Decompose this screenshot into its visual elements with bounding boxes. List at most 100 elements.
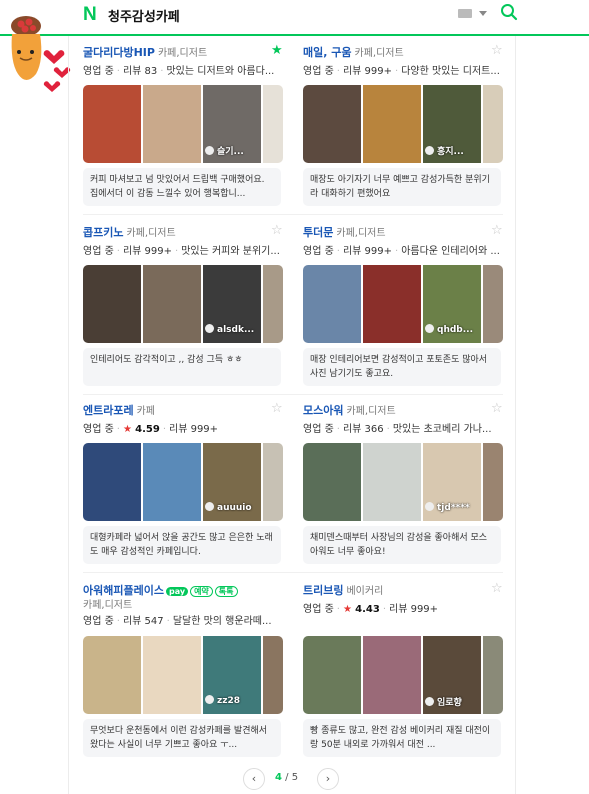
bookmark-star-icon[interactable]: ☆	[271, 402, 283, 415]
place-card[interactable]: 아워해피플레이스 pay 예약 톡톡 카페,디저트 영업 중 · 리뷰 547 · 달달한 맛…	[83, 578, 283, 762]
place-photo[interactable]	[143, 265, 201, 343]
photo-strip[interactable]	[83, 636, 283, 714]
review-snippet[interactable]: 매장 인테리어보면 감성적이고 포토존도 많아서 사진 남기기도 좋고요.	[303, 348, 501, 386]
place-card[interactable]: 매일, 구움 카페,디저트 ☆ 영업 중 · 리뷰 999+ · 다양한 맛있는 디저트.…	[303, 40, 503, 212]
place-photo[interactable]	[363, 636, 421, 714]
bookmark-star-icon[interactable]: ☆	[491, 44, 503, 57]
place-photo[interactable]	[83, 443, 141, 521]
photo-author: qhdb...	[425, 324, 473, 335]
bookmark-star-icon[interactable]: ☆	[271, 224, 283, 237]
photo-author: 슬기...	[205, 144, 244, 157]
caret-down-icon[interactable]	[479, 11, 487, 16]
keyboard-icon[interactable]	[458, 9, 472, 18]
place-photo[interactable]	[303, 443, 361, 521]
photo-strip[interactable]	[303, 636, 503, 714]
search-header: N 청주감성카페	[0, 0, 589, 36]
place-photo[interactable]	[263, 85, 283, 163]
place-photo[interactable]	[303, 85, 361, 163]
photo-strip[interactable]	[83, 85, 283, 163]
place-photo[interactable]	[483, 85, 503, 163]
place-info: 영업 중 · 리뷰 999+ · 아름다운 인테리어와 ...	[303, 246, 500, 257]
naver-pay-badge: pay	[165, 587, 189, 596]
review-snippet[interactable]: 매장도 아기자기 너무 예쁘고 감성가득한 분위기라 대화하기 편했어요	[303, 168, 501, 206]
photo-author: auuuio	[205, 502, 252, 513]
place-name[interactable]: 트리브링	[303, 584, 343, 597]
divider	[83, 394, 503, 395]
place-card[interactable]: 엔트라포레 카페 ☆ 영업 중 · ★ 4.59 · 리뷰 999+ auuuio 대형카…	[83, 398, 283, 570]
place-card[interactable]: 모스아워 카페,디저트 ☆ 영업 중 · 리뷰 366 · 맛있는 초코베리 가나... …	[303, 398, 503, 570]
bookmark-star-icon[interactable]: ★	[271, 44, 283, 57]
rating-star-icon: ★	[122, 424, 132, 435]
place-photo[interactable]	[483, 265, 503, 343]
pagination: ‹ 4 / 5 ›	[243, 768, 343, 790]
place-info: 영업 중 · 리뷰 999+ · 맛있는 커피와 분위기...	[83, 246, 280, 257]
place-photo[interactable]	[303, 265, 361, 343]
prev-page-button[interactable]: ‹	[243, 768, 265, 790]
naver-logo[interactable]: N	[83, 4, 97, 26]
place-info: 영업 중 · 리뷰 999+ · 다양한 맛있는 디저트...	[303, 66, 500, 77]
place-category: 카페	[136, 406, 156, 417]
place-photo[interactable]	[263, 636, 283, 714]
photo-strip[interactable]	[303, 265, 503, 343]
place-name[interactable]: 모스아워	[303, 404, 343, 417]
place-photo[interactable]	[363, 85, 421, 163]
photo-strip[interactable]	[303, 85, 503, 163]
place-photo[interactable]	[363, 443, 421, 521]
place-list: 굴다리다방HIP 카페,디저트 ★ 영업 중 · 리뷰 83 · 맛있는 디저트와 아름다…	[68, 36, 516, 794]
photo-author: 임로향	[425, 695, 462, 708]
photo-author: alsdk...	[205, 324, 254, 335]
rating-star-icon: ★	[342, 604, 352, 615]
place-name[interactable]: 엔트라포레	[83, 404, 134, 417]
place-photo[interactable]	[263, 443, 283, 521]
place-info: 영업 중 · 리뷰 83 · 맛있는 디저트와 아름다...	[83, 66, 275, 77]
divider	[83, 572, 503, 573]
bookmark-star-icon[interactable]: ☆	[491, 224, 503, 237]
page-indicator: 4 / 5	[275, 772, 299, 783]
place-photo[interactable]	[83, 265, 141, 343]
place-photo[interactable]	[263, 265, 283, 343]
review-snippet[interactable]: 커피 마셔보고 넘 맛있어서 드립백 구매했어요. 집에서더 이 감동 느낄수 …	[83, 168, 281, 206]
place-card[interactable]: 콥프키노 카페,디저트 ☆ 영업 중 · 리뷰 999+ · 맛있는 커피와 분위기...…	[83, 220, 283, 392]
photo-author: zz28	[205, 695, 240, 706]
place-photo[interactable]	[483, 636, 503, 714]
photo-strip[interactable]	[303, 443, 503, 521]
bookmark-star-icon[interactable]: ☆	[491, 582, 503, 595]
place-photo[interactable]	[143, 85, 201, 163]
place-photo[interactable]	[303, 636, 361, 714]
photo-strip[interactable]	[83, 443, 283, 521]
review-snippet[interactable]: 빵 종류도 많고, 완전 감성 베이커리 재질 대전이랑 50분 내외로 가까워…	[303, 719, 501, 757]
place-category: 카페,디저트	[83, 600, 133, 611]
place-card[interactable]: 굴다리다방HIP 카페,디저트 ★ 영업 중 · 리뷰 83 · 맛있는 디저트와 아름다…	[83, 40, 283, 212]
place-category: 카페,디저트	[354, 48, 404, 59]
place-card[interactable]: 투더문 카페,디저트 ☆ 영업 중 · 리뷰 999+ · 아름다운 인테리어와 ... …	[303, 220, 503, 392]
place-photo[interactable]	[83, 85, 141, 163]
place-info: 영업 중 · 리뷰 547 · 달달한 맛의 행운라떼...	[83, 616, 272, 627]
next-page-button[interactable]: ›	[317, 768, 339, 790]
review-snippet[interactable]: 무엇보다 운천동에서 이런 감성카페를 발견해서 왔다는 사실이 너무 기쁘고 …	[83, 719, 281, 757]
bookmark-star-icon[interactable]: ☆	[491, 402, 503, 415]
place-category: 카페,디저트	[157, 48, 208, 59]
place-photo[interactable]	[483, 443, 503, 521]
search-query[interactable]: 청주감성카페	[108, 6, 180, 25]
place-info: 영업 중 · ★ 4.43 · 리뷰 999+	[303, 604, 439, 615]
place-info: 영업 중 · 리뷰 366 · 맛있는 초코베리 가나...	[303, 424, 492, 435]
place-card[interactable]: 트리브링 베이커리 ☆ 영업 중 · ★ 4.43 · 리뷰 999+ 임로향 빵 종류도…	[303, 578, 503, 762]
review-snippet[interactable]: 대형카페라 넓어서 앉을 공간도 많고 은은한 노래도 매우 감성적인 카페입니…	[83, 526, 281, 564]
place-photo[interactable]	[143, 636, 201, 714]
place-category: 베이커리	[346, 586, 384, 597]
place-info: 영업 중 · ★ 4.59 · 리뷰 999+	[83, 424, 219, 435]
place-name[interactable]: 콥프키노	[83, 226, 123, 239]
place-name[interactable]: 굴다리다방HIP	[83, 46, 155, 59]
photo-author: 홍지...	[425, 144, 464, 157]
place-photo[interactable]	[143, 443, 201, 521]
place-photo[interactable]	[363, 265, 421, 343]
place-category: 카페,디저트	[336, 228, 386, 239]
place-name[interactable]: 투더문	[303, 226, 333, 239]
review-snippet[interactable]: 인테리어도 감각적이고 ,, 감성 그득 ㅎㅎ	[83, 348, 281, 386]
review-snippet[interactable]: 채미덴스때부터 사장님의 감성을 좋아해서 모스아워도 너무 좋아요!	[303, 526, 501, 564]
photo-author: tjd****	[425, 502, 470, 513]
divider	[83, 214, 503, 215]
place-name[interactable]: 매일, 구움	[303, 46, 352, 59]
search-icon[interactable]	[500, 3, 518, 21]
place-photo[interactable]	[83, 636, 141, 714]
